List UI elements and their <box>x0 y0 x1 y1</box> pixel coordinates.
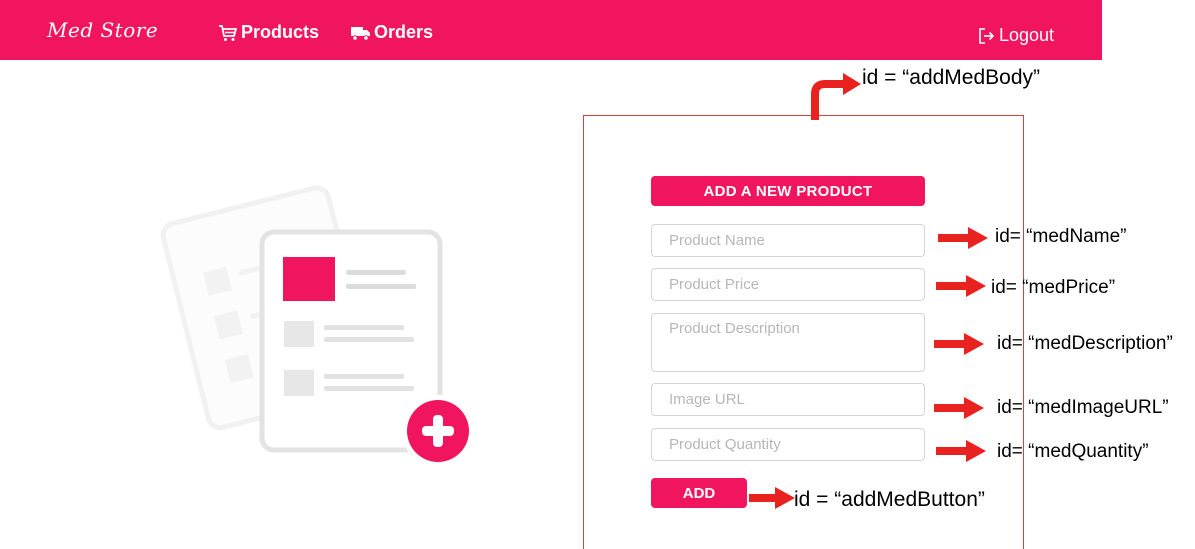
product-description-input[interactable] <box>651 313 925 372</box>
truck-icon <box>351 25 371 41</box>
arrow-right-icon <box>934 397 984 419</box>
annotation-med-quantity: id= “medQuantity” <box>997 441 1149 462</box>
form-title: ADD A NEW PRODUCT <box>651 176 925 206</box>
annotation-med-name: id= “medName” <box>995 226 1127 247</box>
annotation-add-med-body: id = “addMedBody” <box>862 66 1041 89</box>
nav-products-link[interactable]: Products <box>218 22 319 43</box>
arrow-right-icon <box>936 275 986 297</box>
nav-orders-link[interactable]: Orders <box>351 22 433 43</box>
arrow-right-icon <box>938 227 988 249</box>
annotation-med-price: id= “medPrice” <box>991 277 1116 298</box>
annotation-med-image-url: id= “medImageURL” <box>997 397 1169 418</box>
nav-orders-label: Orders <box>374 22 434 42</box>
logout-icon <box>978 27 996 44</box>
product-quantity-input[interactable] <box>651 428 925 461</box>
logout-label: Logout <box>999 25 1055 45</box>
arrow-right-icon <box>936 440 986 462</box>
product-name-input[interactable] <box>651 224 925 257</box>
nav-products-label: Products <box>241 22 320 42</box>
annotation-med-description: id= “medDescription” <box>997 333 1173 354</box>
logout-link[interactable]: Logout <box>978 25 1054 46</box>
curved-arrow-icon <box>811 73 861 120</box>
brand-logo[interactable]: Med Store <box>47 18 158 42</box>
arrow-right-icon <box>934 333 984 355</box>
add-button[interactable]: ADD <box>651 478 747 508</box>
navbar: Med Store Products Orders Logout <box>0 0 1102 60</box>
arrow-right-icon <box>749 487 795 509</box>
product-price-input[interactable] <box>651 268 925 301</box>
annotation-add-med-button: id = “addMedButton” <box>794 488 985 511</box>
page: Med Store Products Orders Logout ADD A N… <box>0 0 1195 549</box>
image-url-input[interactable] <box>651 383 925 416</box>
cart-icon <box>218 24 238 42</box>
document-add-illustration <box>160 185 474 467</box>
